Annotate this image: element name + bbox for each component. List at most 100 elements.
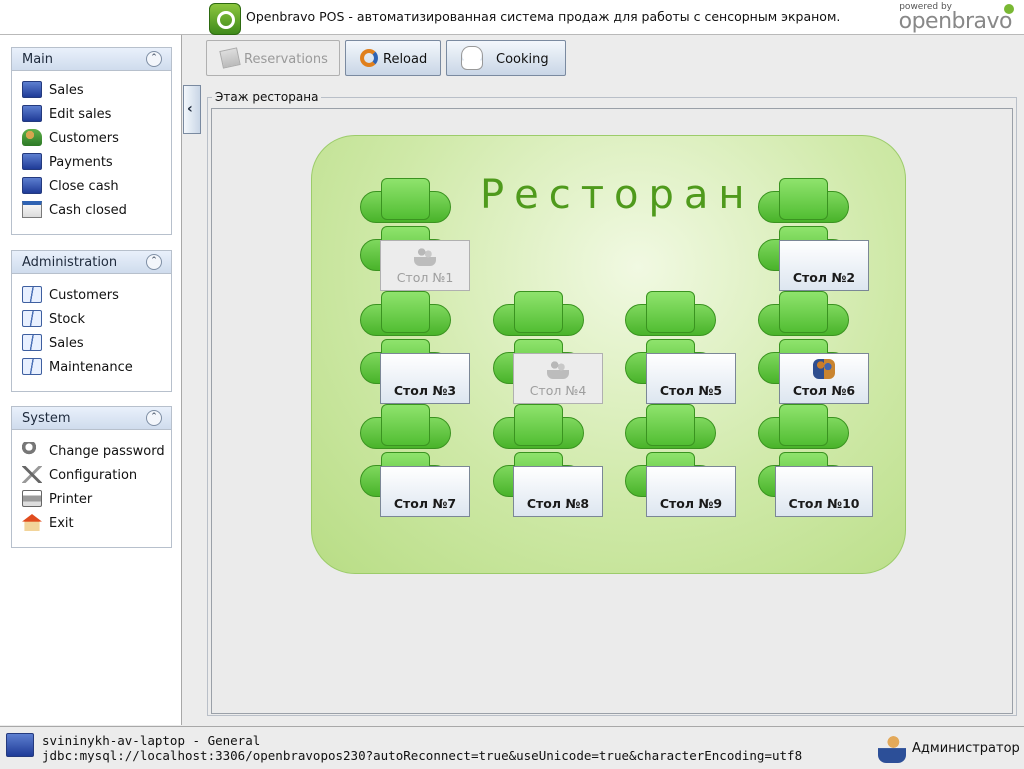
menu-item-exit[interactable]: Exit — [12, 511, 171, 535]
reload-icon — [360, 49, 378, 67]
home-icon — [22, 514, 42, 531]
db-connection-info: jdbc:mysql://localhost:3306/openbravopos… — [42, 748, 803, 763]
printer-icon — [22, 490, 42, 507]
menu-item-label: Sales — [49, 83, 84, 98]
collapse-main-button[interactable]: ⌃ — [146, 51, 162, 67]
menu-item-configuration[interactable]: Configuration — [12, 463, 171, 487]
menu-item-maintenance[interactable]: Maintenance — [12, 355, 171, 379]
table-label: Стол №5 — [659, 383, 723, 398]
main-panel: Main ⌃ Sales Edit sales Customers Paymen… — [11, 47, 172, 235]
monitor-icon — [6, 733, 34, 757]
reservations-label: Reservations — [244, 52, 328, 67]
menu-item-label: Stock — [49, 312, 85, 327]
table-6-button[interactable]: Стол №6 — [779, 353, 869, 404]
monitor-icon — [22, 105, 42, 122]
calendar-icon — [22, 201, 42, 218]
chair — [360, 404, 451, 450]
menu-item-cash-closed[interactable]: Cash closed — [12, 198, 171, 222]
table-label: Стол №4 — [529, 383, 587, 398]
key-icon — [22, 442, 42, 459]
menu-item-stock[interactable]: Stock — [12, 307, 171, 331]
chair — [360, 178, 451, 224]
brand-name: openbravo — [898, 9, 1013, 34]
menu-item-customers[interactable]: Customers — [12, 126, 171, 150]
reservations-button[interactable]: Reservations — [206, 40, 340, 76]
menu-item-label: Payments — [49, 155, 113, 170]
reservations-icon — [219, 47, 241, 69]
current-user[interactable]: Администратор — [878, 732, 1020, 764]
tools-icon — [22, 466, 42, 483]
administration-panel: Administration ⌃ Customers Stock Sales M… — [11, 250, 172, 392]
status-bar: svininykh-av-laptop - General jdbc:mysql… — [0, 726, 1024, 769]
table-label: Стол №8 — [526, 496, 590, 511]
table-10-button[interactable]: Стол №10 — [775, 466, 873, 517]
cooking-button[interactable]: Cooking — [446, 40, 566, 76]
floor-legend: Этаж ресторана — [212, 90, 322, 104]
chair — [360, 291, 451, 337]
table-1-button[interactable]: Стол №1 — [380, 240, 470, 291]
menu-item-label: Change password — [49, 444, 165, 459]
customers-icon — [22, 129, 42, 146]
chair — [493, 291, 584, 337]
chef-hat-icon — [461, 46, 483, 70]
menu-item-sales[interactable]: Sales — [12, 78, 171, 102]
table-8-button[interactable]: Стол №8 — [513, 466, 603, 517]
main-panel-header: Main ⌃ — [12, 48, 171, 71]
menu-item-payments[interactable]: Payments — [12, 150, 171, 174]
openbravo-logo-icon — [209, 3, 241, 35]
sidebar: Main ⌃ Sales Edit sales Customers Paymen… — [0, 35, 182, 725]
guests-gray-icon — [547, 359, 569, 379]
book-icon — [22, 286, 42, 303]
chair — [625, 404, 716, 450]
reload-button[interactable]: Reload — [345, 40, 441, 76]
collapse-administration-button[interactable]: ⌃ — [146, 254, 162, 270]
menu-item-label: Exit — [49, 516, 74, 531]
collapse-sidebar-button[interactable]: ‹ — [183, 85, 201, 134]
host-info: svininykh-av-laptop - General — [42, 733, 261, 748]
guests-gray-icon — [414, 246, 436, 266]
brand-dot-icon — [1004, 4, 1014, 14]
table-4-button[interactable]: Стол №4 — [513, 353, 603, 404]
system-panel-header: System ⌃ — [12, 407, 171, 430]
table-label: Стол №1 — [396, 270, 454, 285]
menu-item-label: Customers — [49, 288, 119, 303]
menu-item-label: Customers — [49, 131, 119, 146]
menu-item-label: Configuration — [49, 468, 138, 483]
guests-color-icon — [813, 359, 835, 379]
reload-label: Reload — [383, 52, 428, 67]
table-5-button[interactable]: Стол №5 — [646, 353, 736, 404]
system-panel: System ⌃ Change password Configuration P… — [11, 406, 172, 548]
menu-item-change-password[interactable]: Change password — [12, 439, 171, 463]
administration-panel-title: Administration — [22, 255, 118, 270]
menu-item-admin-sales[interactable]: Sales — [12, 331, 171, 355]
book-icon — [22, 358, 42, 375]
cooking-label: Cooking — [496, 52, 549, 67]
chair — [758, 178, 849, 224]
system-panel-title: System — [22, 411, 71, 426]
table-label: Стол №7 — [393, 496, 457, 511]
collapse-system-button[interactable]: ⌃ — [146, 410, 162, 426]
menu-item-label: Sales — [49, 336, 84, 351]
table-7-button[interactable]: Стол №7 — [380, 466, 470, 517]
table-label: Стол №3 — [393, 383, 457, 398]
openbravo-brand-logo: powered by openbravo — [884, 2, 1014, 34]
table-label: Стол №2 — [792, 270, 856, 285]
table-3-button[interactable]: Стол №3 — [380, 353, 470, 404]
table-label: Стол №9 — [659, 496, 723, 511]
monitor-icon — [22, 153, 42, 170]
menu-item-edit-sales[interactable]: Edit sales — [12, 102, 171, 126]
table-2-button[interactable]: Стол №2 — [779, 240, 869, 291]
menu-item-admin-customers[interactable]: Customers — [12, 283, 171, 307]
book-icon — [22, 334, 42, 351]
menu-item-printer[interactable]: Printer — [12, 487, 171, 511]
menu-item-label: Cash closed — [49, 203, 127, 218]
restaurant-title: Ресторан — [480, 172, 755, 218]
monitor-icon — [22, 177, 42, 194]
menu-item-close-cash[interactable]: Close cash — [12, 174, 171, 198]
menu-item-label: Maintenance — [49, 360, 133, 375]
table-9-button[interactable]: Стол №9 — [646, 466, 736, 517]
user-icon — [878, 733, 906, 763]
book-icon — [22, 310, 42, 327]
menu-item-label: Close cash — [49, 179, 119, 194]
chair — [758, 291, 849, 337]
